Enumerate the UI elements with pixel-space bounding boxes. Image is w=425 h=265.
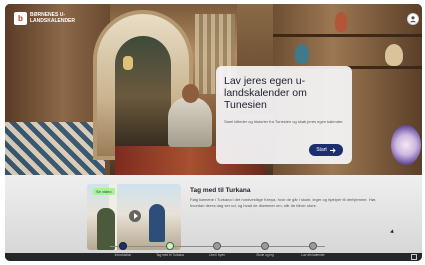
timeline-bar: Introduktion Tag med til Turkana Livet i…	[5, 242, 422, 261]
hero-vase	[295, 44, 309, 64]
user-button[interactable]	[407, 13, 419, 25]
hero-person-head	[182, 84, 199, 103]
timeline-dot	[309, 242, 317, 250]
timeline-item[interactable]: Introduktion	[103, 242, 143, 257]
story-title: Tag med til Turkana	[190, 187, 251, 194]
fullscreen-icon[interactable]	[411, 254, 417, 260]
hero-title: Lav jeres egen u-landskalender om Tunesi…	[224, 75, 307, 111]
hero-shelf-line	[273, 34, 422, 37]
timeline-label: Introduktion	[114, 253, 132, 257]
video-tag: Se video	[93, 188, 115, 195]
hero-card: Lav jeres egen u-landskalender om Tunesi…	[216, 66, 352, 164]
timeline-label: Livet i byen	[208, 253, 226, 257]
timeline-label: Skole og leg	[256, 253, 274, 257]
arrow-right-icon	[329, 147, 336, 153]
hero-vase	[335, 12, 347, 32]
timeline-item[interactable]: Skole og leg	[245, 242, 285, 257]
timeline-item[interactable]: Livet i byen	[197, 242, 237, 257]
start-label: Start	[316, 147, 327, 153]
story-video[interactable]: Se video	[87, 184, 181, 250]
timeline-dot	[261, 242, 269, 250]
timeline-dot	[213, 242, 221, 250]
hero-arch-opening	[115, 36, 171, 156]
timeline-dot	[119, 242, 127, 250]
hero-text: Saml billeder og historier fra Tunesien …	[224, 119, 344, 124]
story-text: Følg børnene i Turkana i det nordvestlig…	[190, 197, 377, 208]
timeline-dot	[166, 242, 174, 250]
video-child	[149, 204, 165, 242]
hero-lamp	[123, 56, 133, 70]
site-logo[interactable]: b Børnenes U-landskalender	[14, 12, 80, 25]
timeline-item-active[interactable]: Tag med til Turkana	[150, 242, 190, 257]
logo-text: Børnenes U-landskalender	[30, 12, 75, 24]
play-button[interactable]	[129, 210, 141, 222]
hero-vase	[385, 44, 403, 66]
timeline-label: Tag med til Turkana	[156, 253, 184, 257]
play-icon	[133, 213, 138, 219]
start-button[interactable]: Start	[309, 144, 343, 156]
timeline-item[interactable]: Lav din kalender	[293, 242, 333, 257]
app-window: b Børnenes U-landskalender Lav jeres ege…	[5, 4, 422, 261]
hero-person	[168, 97, 212, 147]
hero-image: b Børnenes U-landskalender Lav jeres ege…	[5, 4, 422, 175]
user-icon	[410, 16, 416, 23]
mouse-cursor-icon	[390, 229, 395, 235]
hero-tiles	[5, 122, 105, 175]
hero-plate	[391, 125, 421, 165]
timeline-label: Lav din kalender	[301, 253, 325, 257]
logo-mark: b	[14, 12, 27, 25]
